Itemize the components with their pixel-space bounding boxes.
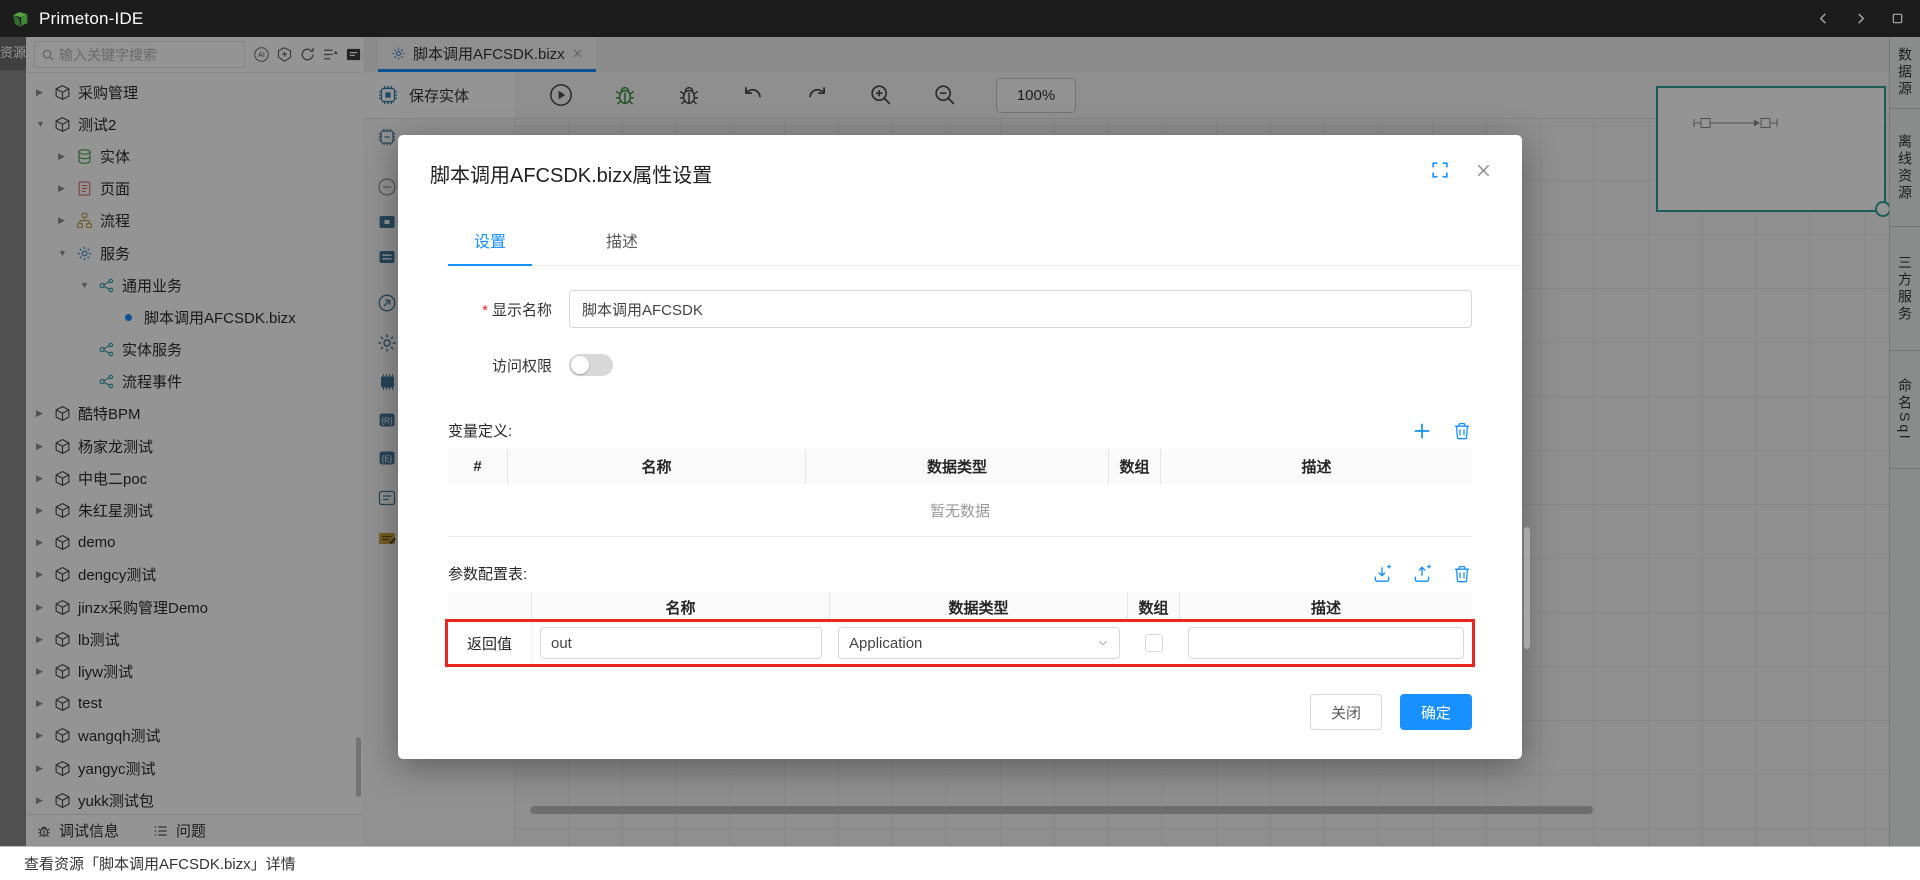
- ok-button[interactable]: 确定: [1400, 694, 1472, 730]
- column-header: 数组: [1128, 592, 1180, 622]
- restore-window-icon[interactable]: [1891, 12, 1904, 25]
- titlebar: Primeton-IDE: [0, 0, 1920, 37]
- column-header: 数据类型: [830, 592, 1128, 622]
- chevron-down-icon: [1097, 637, 1109, 649]
- display-name-input[interactable]: [569, 290, 1472, 328]
- param-datatype-select[interactable]: Application: [838, 627, 1120, 659]
- dialog-header: 脚本调用AFCSDK.bizx属性设置: [398, 135, 1522, 188]
- column-header: 描述: [1180, 592, 1472, 622]
- param-kind: 返回值: [448, 622, 532, 664]
- import-params-icon[interactable]: [1372, 564, 1392, 584]
- app-title: Primeton-IDE: [39, 9, 143, 29]
- column-header: #: [448, 449, 508, 484]
- access-toggle[interactable]: [569, 354, 613, 376]
- display-name-row: *显示名称: [448, 290, 1472, 328]
- fullscreen-icon[interactable]: [1431, 161, 1449, 179]
- statusbar-text: 查看资源「脚本调用AFCSDK.bizx」详情: [24, 853, 296, 874]
- tab-settings[interactable]: 设置: [448, 228, 532, 265]
- access-row: 访问权限: [448, 354, 1472, 376]
- close-dialog-icon[interactable]: [1475, 162, 1492, 179]
- variables-title: 变量定义:: [448, 420, 512, 441]
- column-header: 描述: [1161, 449, 1472, 484]
- properties-dialog: 脚本调用AFCSDK.bizx属性设置 设置 描述 *显示名称 访问权限 变量定…: [398, 135, 1522, 759]
- params-section-header: 参数配置表:: [448, 563, 1472, 584]
- required-asterisk: *: [482, 302, 488, 319]
- window-controls: [1817, 0, 1904, 37]
- params-table: 名称数据类型数组描述 返回值 Application: [448, 592, 1472, 664]
- display-name-label: *显示名称: [448, 299, 552, 320]
- column-header: 名称: [508, 449, 806, 484]
- dialog-footer: 关闭 确定: [448, 694, 1472, 730]
- back-icon[interactable]: [1817, 12, 1830, 25]
- column-header: 名称: [532, 592, 830, 622]
- dialog-tabs: 设置 描述: [448, 228, 1522, 266]
- column-header: 数据类型: [806, 449, 1109, 484]
- toggle-knob: [571, 356, 589, 374]
- param-array-checkbox[interactable]: [1145, 634, 1163, 652]
- export-params-icon[interactable]: [1412, 564, 1432, 584]
- add-variable-icon[interactable]: [1412, 421, 1432, 441]
- close-button[interactable]: 关闭: [1310, 694, 1382, 730]
- access-label: 访问权限: [448, 355, 552, 376]
- column-header: [448, 592, 532, 622]
- param-row-highlighted: 返回值 Application: [448, 622, 1472, 664]
- param-name-input[interactable]: [540, 627, 822, 659]
- params-title: 参数配置表:: [448, 563, 527, 584]
- column-header: 数组: [1109, 449, 1161, 484]
- statusbar: 查看资源「脚本调用AFCSDK.bizx」详情: [0, 846, 1920, 880]
- forward-icon[interactable]: [1854, 12, 1867, 25]
- delete-variable-icon[interactable]: [1452, 421, 1472, 441]
- variables-table: #名称数据类型数组描述 暂无数据: [448, 449, 1472, 537]
- param-desc-input[interactable]: [1188, 627, 1464, 659]
- vertical-scrollbar[interactable]: [1524, 527, 1530, 649]
- dialog-title: 脚本调用AFCSDK.bizx属性设置: [430, 159, 1431, 188]
- app-logo-icon: [10, 9, 30, 29]
- delete-params-icon[interactable]: [1452, 564, 1472, 584]
- empty-table-text: 暂无数据: [448, 484, 1472, 537]
- tab-description[interactable]: 描述: [580, 228, 664, 265]
- variables-section-header: 变量定义:: [448, 420, 1472, 441]
